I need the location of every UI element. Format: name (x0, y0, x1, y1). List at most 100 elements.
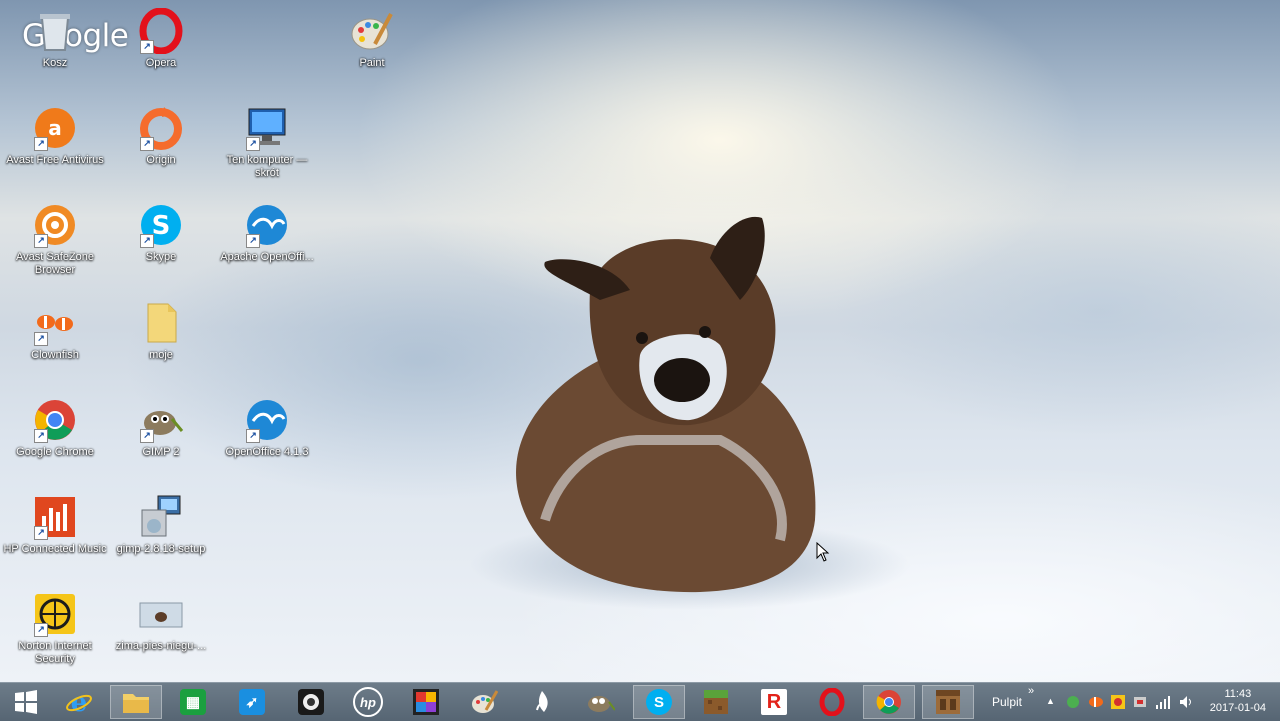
tray-leaf-icon[interactable] (1066, 695, 1080, 709)
desktop-icon-label: HP Connected Music (3, 543, 107, 555)
system-clock[interactable]: 11:43 2017-01-04 (1210, 687, 1266, 715)
skype-icon: S (646, 689, 672, 715)
desktop-icon-label: Origin (146, 154, 176, 166)
desktop-icon-norton[interactable]: ↗ Norton Internet Security (3, 591, 107, 666)
network-icon[interactable] (1155, 694, 1171, 710)
desktop-icon-label: Avast SafeZone Browser (15, 251, 95, 276)
desktop-icon-label: Clownfish (31, 349, 79, 361)
gimp-icon (588, 696, 615, 712)
taskbar-store[interactable]: ▦ (167, 685, 219, 719)
openoffice-icon: ↗ (244, 397, 290, 443)
folder-icon (138, 300, 184, 346)
image-file-icon (138, 591, 184, 637)
desktop-toolbar[interactable]: Pulpit (992, 683, 1022, 721)
svg-text:a: a (48, 116, 62, 140)
ie-icon: e (66, 688, 92, 716)
desktop-icon-gimp[interactable]: ↗ GIMP 2 (109, 397, 213, 459)
roblox-icon: R (761, 689, 787, 715)
desktop-icon-zima[interactable]: zima-pies-niegu-... (109, 591, 213, 653)
taskbar-gimp[interactable] (574, 685, 626, 719)
taskbar-rocket-app[interactable]: ➶ (226, 685, 278, 719)
tray-device-icon[interactable] (1132, 694, 1148, 710)
taskbar-crafting[interactable] (922, 685, 974, 719)
rocket-icon: ➶ (239, 689, 265, 715)
paint-icon (472, 690, 498, 713)
desktop-icon-label: GIMP 2 (142, 446, 180, 458)
taskbar-file-explorer[interactable] (110, 685, 162, 719)
desktop-icon-openoffice[interactable]: ↗ OpenOffice 4.1.3 (215, 397, 319, 459)
desktop-icon-label: Skype (145, 251, 177, 263)
taskbar-media-app[interactable] (285, 685, 337, 719)
taskbar-chrome[interactable] (863, 685, 915, 719)
windows-icon (15, 690, 37, 714)
start-button[interactable] (0, 685, 52, 719)
svg-text:S: S (152, 211, 171, 241)
tray-expand-icon[interactable]: ▲ (1046, 696, 1055, 706)
tray-clownfish-icon[interactable] (1088, 695, 1104, 709)
desktop-icon-label: OpenOffice 4.1.3 (225, 446, 309, 458)
computer-icon: ↗ (244, 105, 290, 151)
desktop-icon-label: Paint (359, 57, 385, 69)
toolbar-label: Pulpit (992, 695, 1023, 709)
toolbar-chevron-icon[interactable]: » (1028, 685, 1034, 697)
norton-icon: ↗ (32, 591, 78, 637)
desktop-icon-chrome[interactable]: ↗ Google Chrome (3, 397, 107, 459)
photo-icon (413, 689, 439, 715)
taskbar-photo-app[interactable] (400, 685, 452, 719)
desktop-icon-label: Google Chrome (16, 446, 94, 458)
taskbar-inkscape-app[interactable] (516, 685, 568, 719)
safezone-icon: ↗ (32, 202, 78, 248)
desktop-icon-label: Apache OpenOffi... (220, 251, 314, 263)
desktop-icon-skype[interactable]: S ↗ Skype (109, 202, 213, 264)
taskbar-minecraft[interactable] (690, 685, 742, 719)
desktop-icon-label: moje (149, 349, 173, 361)
ink-icon (536, 691, 548, 712)
taskbar-hp-app[interactable]: hp (342, 685, 394, 719)
desktop-icon-label: zima-pies-niegu-... (115, 640, 207, 652)
installer-icon (138, 494, 184, 540)
desktop-icon-opera[interactable]: ↗ Opera (109, 7, 213, 70)
volume-icon[interactable] (1178, 694, 1194, 710)
chrome-icon: ↗ (32, 397, 78, 443)
desktop-icon-label: Ten komputer — skrót (226, 154, 308, 179)
desktop-icon-label: Avast Free Antivirus (6, 154, 104, 166)
hp-icon: hp (353, 687, 383, 717)
opera-icon (819, 688, 845, 716)
folder-icon (123, 694, 149, 713)
taskbar-roblox[interactable]: R (748, 685, 800, 719)
openoffice-icon: ↗ (244, 202, 290, 248)
taskbar: e ▦ ➶ hp S R Pulpit » ▲ 11:43 2017-01-04 (0, 682, 1280, 721)
taskbar-opera[interactable] (806, 685, 858, 719)
recycle-bin-icon (32, 8, 78, 54)
desktop-icon-safezone[interactable]: ↗ Avast SafeZone Browser (3, 202, 107, 277)
svg-text:e: e (71, 688, 88, 716)
tray-antivirus-icon[interactable] (1110, 694, 1126, 710)
avast-icon: a ↗ (32, 105, 78, 151)
desktop-icon-label: Norton Internet Security (18, 640, 92, 665)
camera-icon (298, 689, 324, 715)
minecraft-icon (704, 690, 728, 714)
desktop-icon-origin[interactable]: ↗ Origin (109, 105, 213, 167)
taskbar-paint[interactable] (458, 685, 510, 719)
desktop-icon-apache-openoffice[interactable]: ↗ Apache OpenOffi... (215, 202, 319, 264)
gimp-icon: ↗ (138, 397, 184, 443)
clownfish-icon: ↗ (32, 300, 78, 346)
desktop-icon-paint[interactable]: Paint (320, 8, 424, 70)
paint-icon (349, 8, 395, 54)
store-icon: ▦ (180, 689, 206, 715)
desktop-background[interactable]: Google Kosz a ↗ Avast Free Antivirus ↗ A… (0, 0, 1280, 682)
crafting-table-icon (936, 690, 960, 714)
desktop-icon-ten-komputer[interactable]: ↗ Ten komputer — skrót (215, 105, 319, 180)
desktop-icon-label: gimp-2.8.18-setup (116, 543, 206, 555)
desktop-icon-label: Opera (145, 57, 177, 69)
desktop-icon-avast[interactable]: a ↗ Avast Free Antivirus (3, 105, 107, 167)
desktop-icon-gimp-setup[interactable]: gimp-2.8.18-setup (109, 494, 213, 556)
taskbar-skype[interactable]: S (633, 685, 685, 719)
desktop-icon-kosz[interactable]: Kosz (3, 8, 107, 70)
desktop-icon-hp-music[interactable]: ↗ HP Connected Music (3, 494, 107, 556)
clock-time: 11:43 (1224, 688, 1252, 700)
desktop-icon-moje[interactable]: moje (109, 300, 213, 362)
taskbar-internet-explorer[interactable]: e (53, 685, 105, 719)
desktop-icon-clownfish[interactable]: ↗ Clownfish (3, 300, 107, 362)
desktop-icon-label: Kosz (42, 57, 68, 69)
